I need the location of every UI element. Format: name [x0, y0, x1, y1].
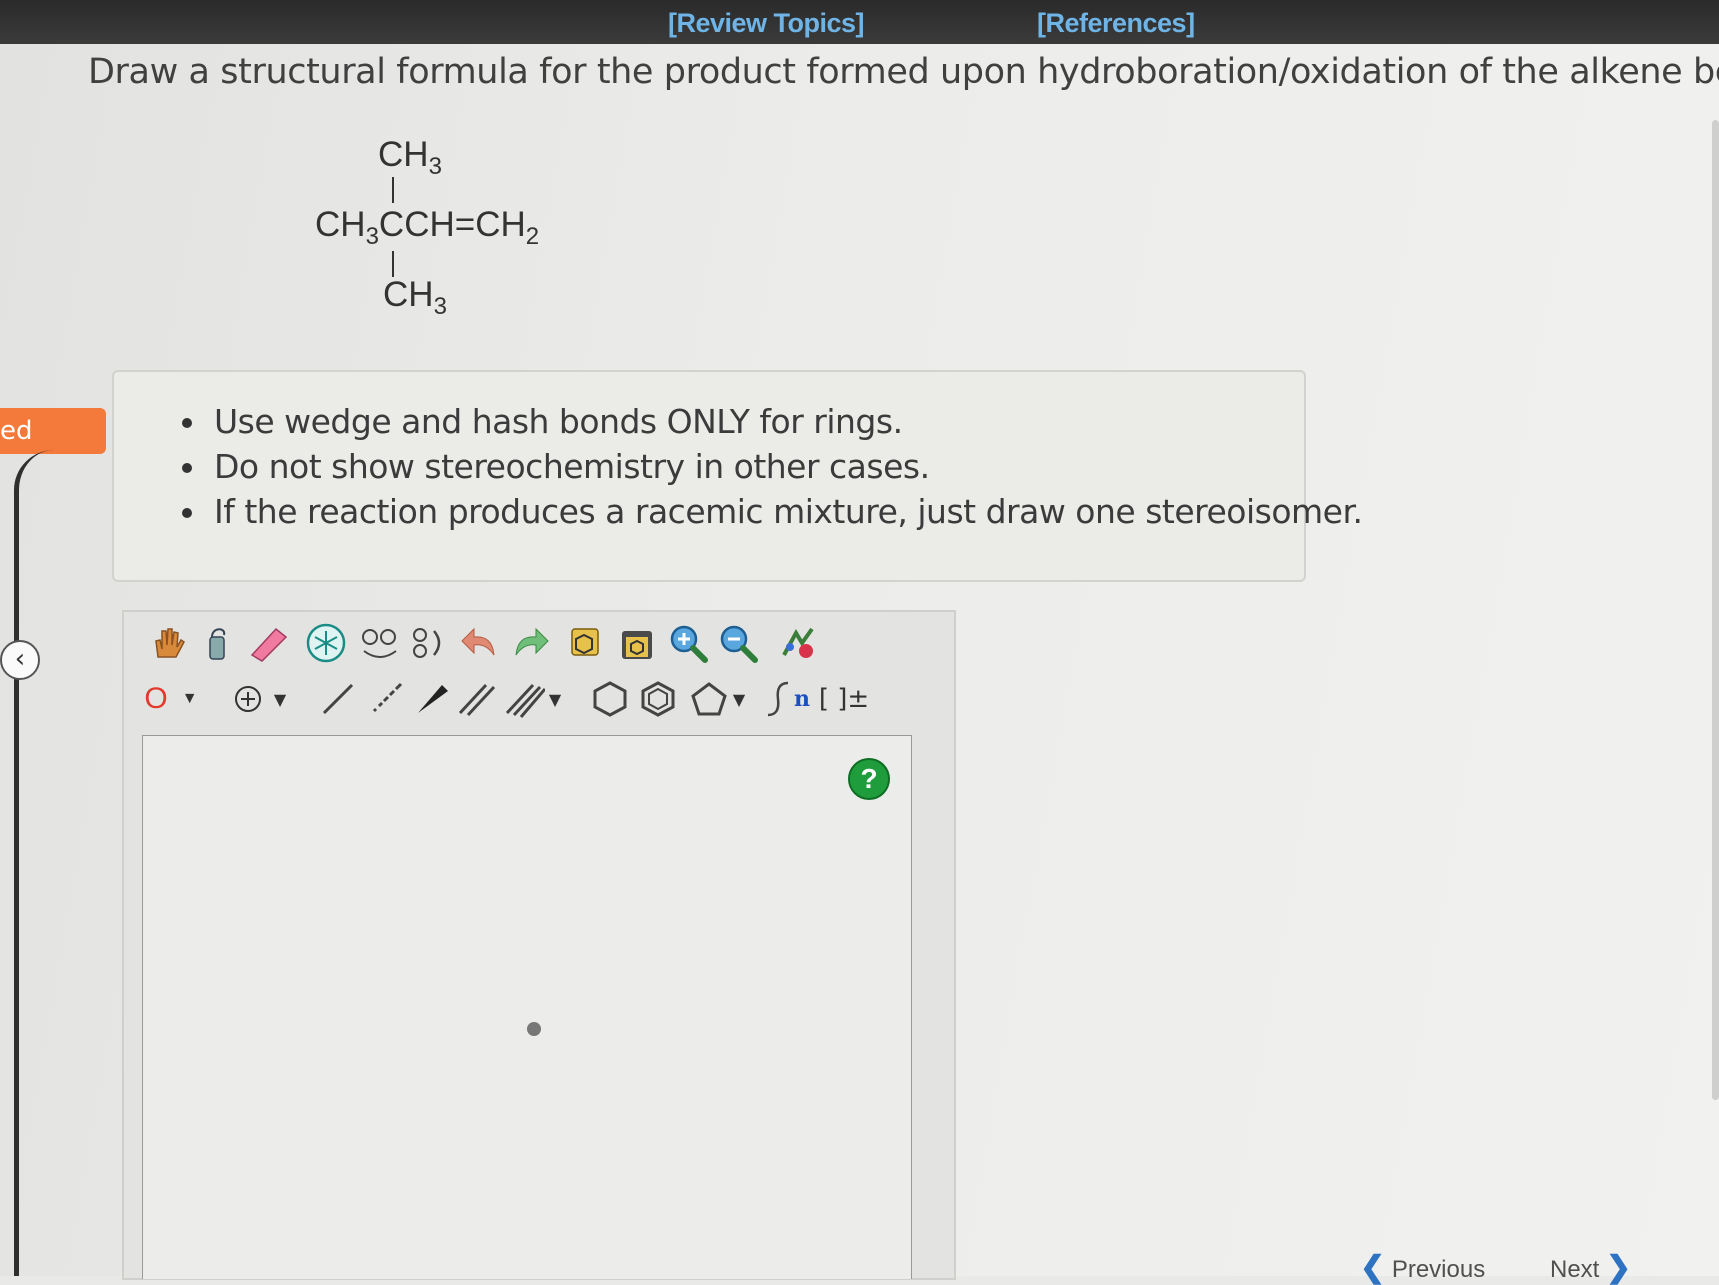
- bullet-icon: [182, 418, 192, 428]
- atom-selector-label: O: [144, 682, 168, 715]
- templates-icon[interactable]: [356, 618, 404, 668]
- double-bond-icon[interactable]: [452, 674, 500, 724]
- cyclopentane-icon: [691, 682, 727, 716]
- lasso-select-icon[interactable]: [194, 618, 242, 668]
- chevron-left-icon: ❮: [1360, 1251, 1386, 1284]
- chevron-left-icon: ‹: [14, 644, 26, 674]
- chevron-down-icon: ▼: [181, 690, 198, 707]
- bracket-label: [ ]±: [818, 684, 870, 714]
- ring-template-icon[interactable]: [302, 618, 350, 668]
- canvas-cursor-dot: [527, 1022, 541, 1036]
- instruction-item: If the reaction produces a racemic mixtu…: [182, 492, 1363, 531]
- review-topics-link[interactable]: [Review Topics]: [668, 8, 865, 39]
- bracket-tool[interactable]: [ ]±: [816, 674, 872, 724]
- chain-tool[interactable]: n: [762, 674, 814, 724]
- atom-selector[interactable]: O ▼: [138, 674, 204, 724]
- benzene-icon[interactable]: [634, 674, 682, 724]
- bottom-methyl-group: CH3: [383, 275, 447, 320]
- bottom-bond: [392, 251, 394, 277]
- top-bar: [Review Topics] [References]: [0, 0, 1719, 44]
- triple-bond-selector[interactable]: ▼: [498, 674, 568, 724]
- next-label: Next: [1550, 1256, 1600, 1283]
- triple-bond-icon: [505, 683, 545, 718]
- side-tab[interactable]: ed: [0, 408, 106, 454]
- cyclopentane-selector[interactable]: ▼: [682, 674, 752, 724]
- eraser-icon[interactable]: [244, 618, 292, 668]
- chevron-right-icon: ❯: [1606, 1251, 1632, 1284]
- instruction-item: Use wedge and hash bonds ONLY for rings.: [182, 402, 1304, 441]
- help-button[interactable]: ?: [848, 758, 890, 800]
- bullet-icon: [182, 463, 192, 473]
- rotate-icon[interactable]: [404, 618, 452, 668]
- wedge-bond-icon[interactable]: [408, 674, 456, 724]
- chevron-down-icon: ▼: [273, 689, 287, 709]
- main-chain: CH3CCH=CH2: [315, 205, 540, 250]
- drawing-canvas[interactable]: [142, 735, 912, 1279]
- chain-icon: [767, 681, 789, 717]
- collapse-panel-button[interactable]: ‹: [0, 640, 40, 680]
- previous-label: Previous: [1391, 1256, 1486, 1283]
- hash-bond-icon[interactable]: [362, 674, 410, 724]
- alkene-structure: CH3 CH3CCH=CH2 CH3: [305, 125, 605, 335]
- references-link[interactable]: [References]: [1037, 8, 1195, 39]
- instruction-item: Do not show stereochemistry in other cas…: [182, 447, 1304, 486]
- side-panel-rail: [14, 450, 61, 1276]
- toolbar-row-2: O ▼ ▼ ▼ ▼ n []±: [134, 674, 934, 730]
- cyclohexane-icon[interactable]: [586, 674, 634, 724]
- next-link[interactable]: Next ❯: [1550, 1250, 1631, 1285]
- copy-icon[interactable]: [564, 618, 612, 668]
- top-methyl-group: CH3: [378, 135, 442, 180]
- toolbar-row-1: [134, 618, 934, 674]
- chain-label: n: [794, 686, 810, 712]
- bullet-icon: [182, 508, 192, 518]
- clean-structure-icon[interactable]: [774, 618, 822, 668]
- structure-editor: O ▼ ▼ ▼ ▼ n []±: [122, 610, 956, 1280]
- top-bond: [392, 177, 394, 203]
- plus-charge-icon: [234, 686, 261, 712]
- scrollbar[interactable]: [1712, 120, 1719, 1100]
- charge-selector[interactable]: ▼: [226, 674, 292, 724]
- chevron-down-icon: ▼: [548, 689, 562, 709]
- instructions-box: Use wedge and hash bonds ONLY for rings.…: [112, 370, 1363, 582]
- zoom-out-icon[interactable]: [714, 618, 762, 668]
- zoom-in-icon[interactable]: [664, 618, 712, 668]
- single-bond-icon[interactable]: [314, 674, 362, 724]
- undo-icon[interactable]: [456, 618, 504, 668]
- previous-link[interactable]: ❮ Previous: [1360, 1250, 1485, 1285]
- question-prompt: Draw a structural formula for the produc…: [88, 52, 1719, 92]
- chevron-down-icon: ▼: [732, 689, 746, 709]
- paste-icon[interactable]: [614, 618, 662, 668]
- redo-icon[interactable]: [506, 618, 554, 668]
- hand-icon[interactable]: [144, 618, 192, 668]
